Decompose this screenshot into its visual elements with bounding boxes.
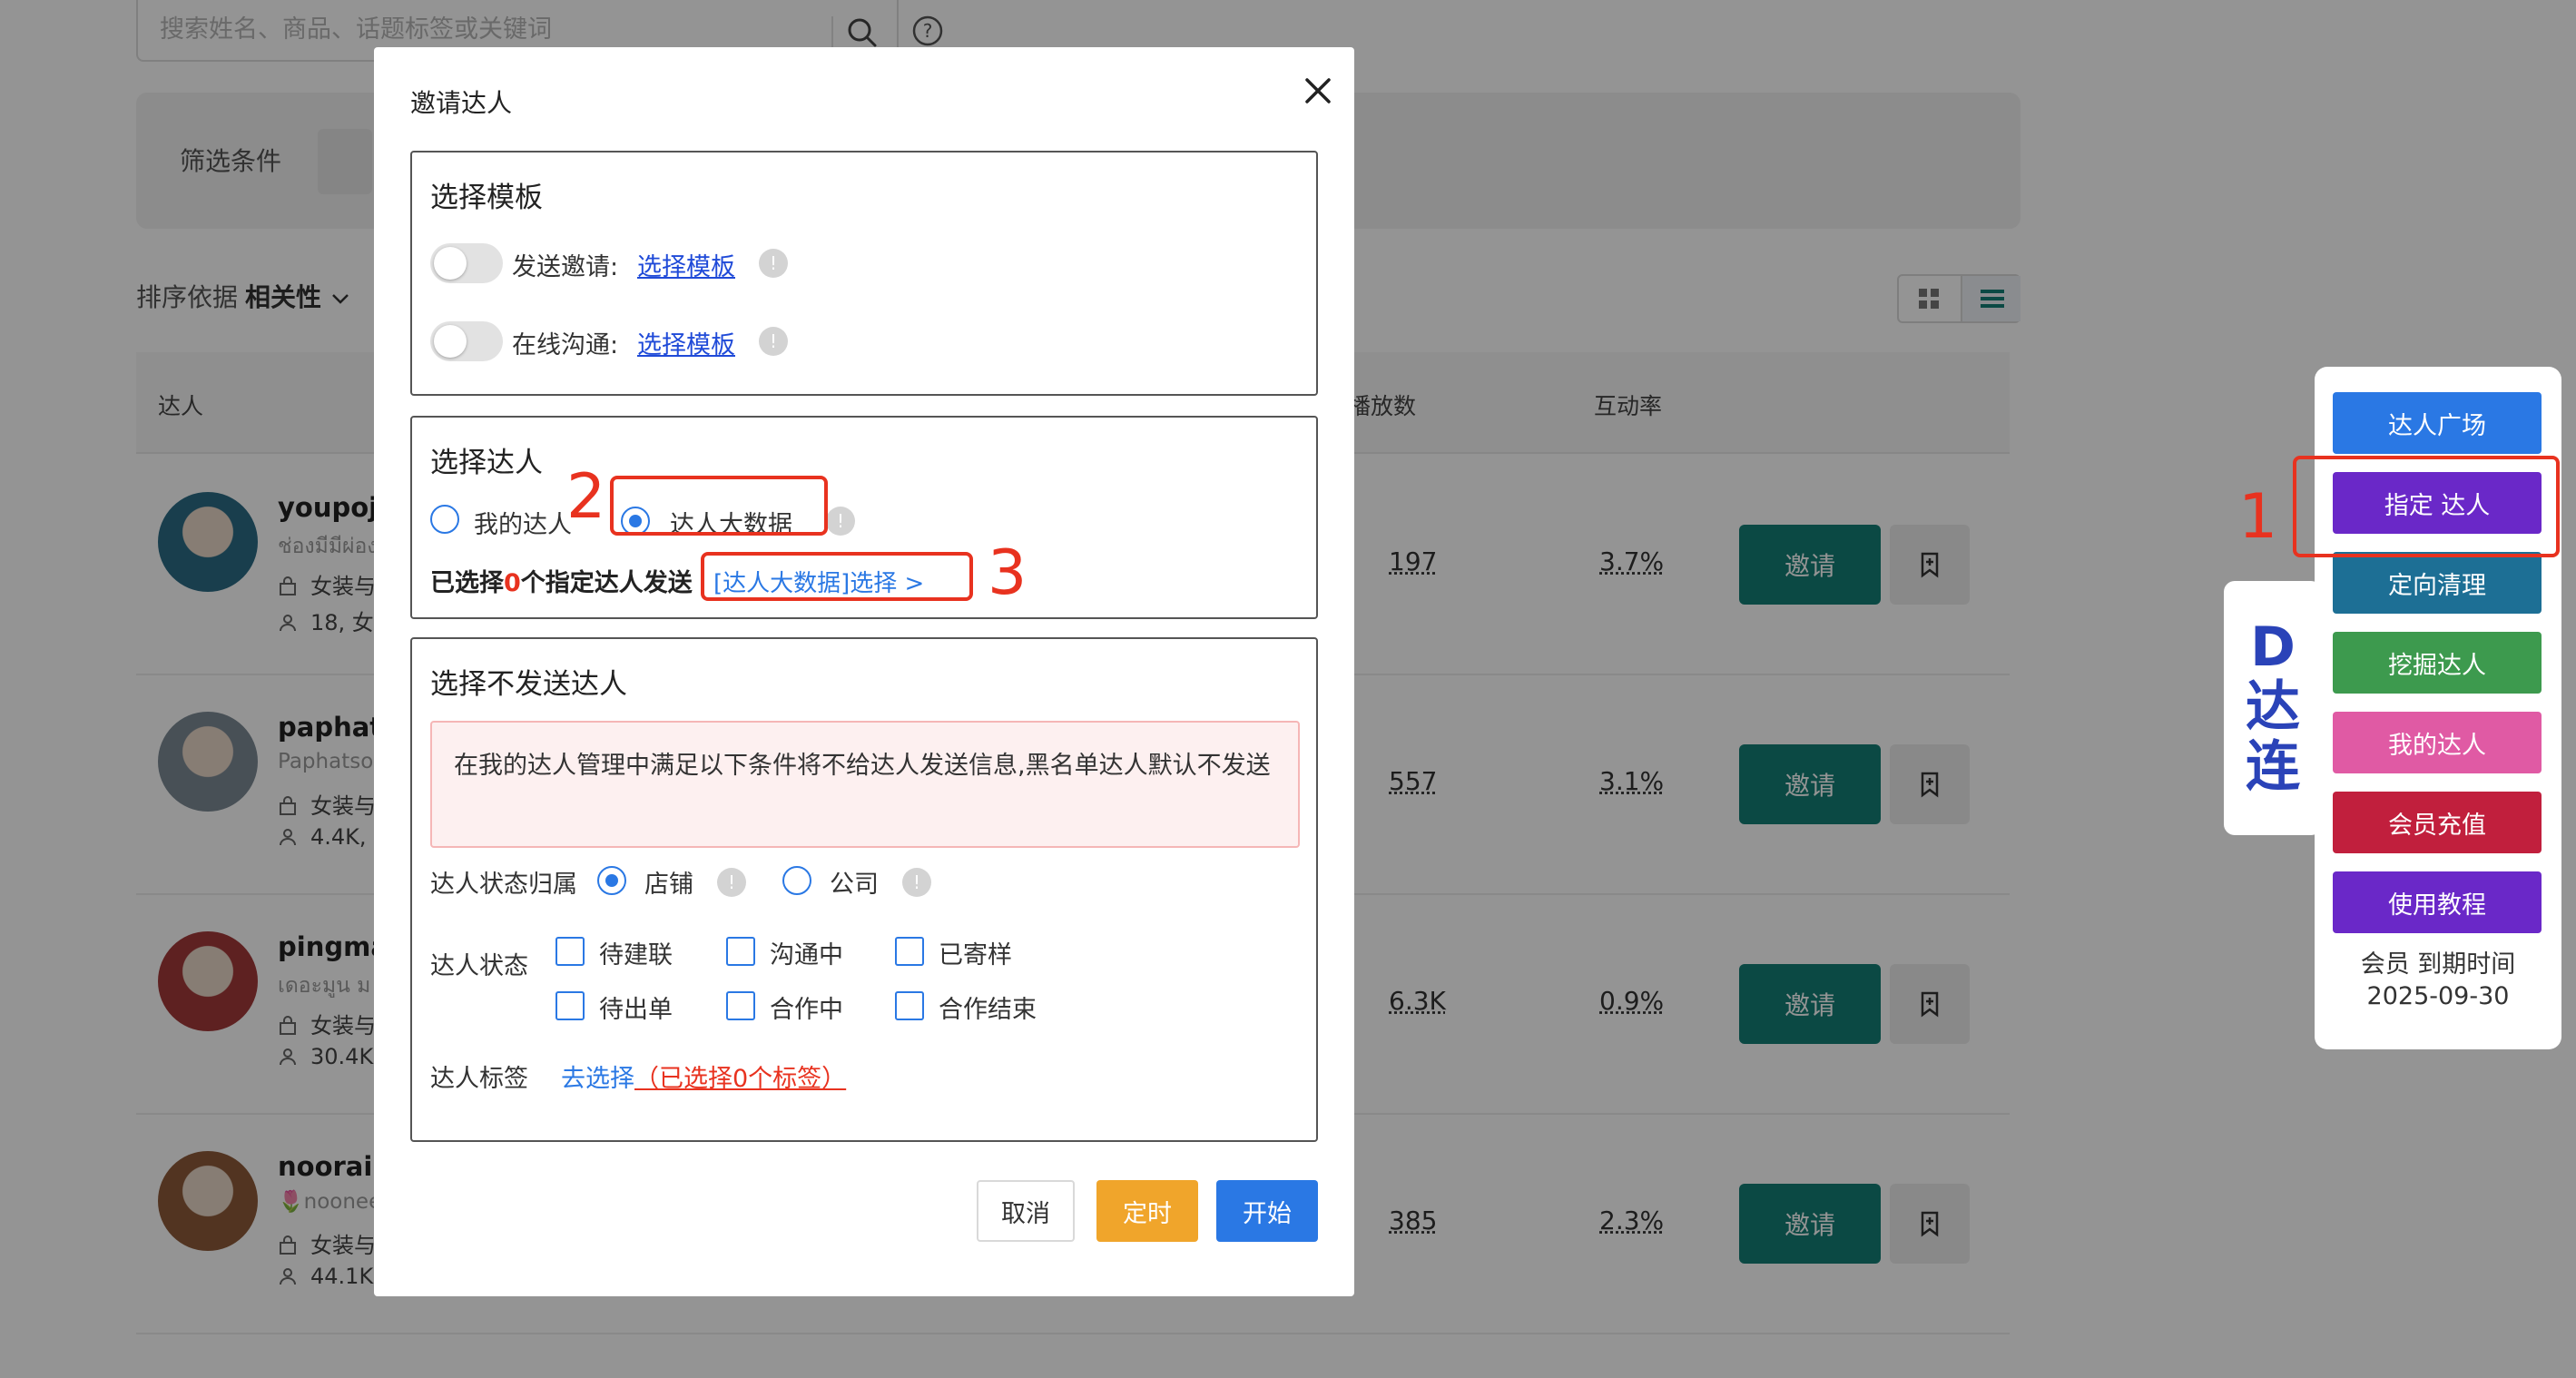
send-invite-label: 发送邀请: xyxy=(512,253,619,281)
info-icon[interactable]: ! xyxy=(902,868,931,897)
status-label: 达人状态 xyxy=(430,952,528,980)
member-expiry-date: 2025-09-30 xyxy=(2366,982,2510,1010)
exclude-notice: 在我的达人管理中满足以下条件将不给达人发送信息,黑名单达人默认不发送 xyxy=(430,721,1300,848)
side-btn-my-creators[interactable]: 我的达人 xyxy=(2333,712,2542,773)
checkbox-status-pending-order[interactable] xyxy=(556,991,585,1020)
info-icon[interactable]: ! xyxy=(826,507,855,536)
send-invite-toggle[interactable] xyxy=(430,243,503,283)
invite-creator-modal: 邀请达人 选择模板 发送邀请: 选择模板 ! 在线沟通: 选择模板 ! 选择达人… xyxy=(374,47,1354,1296)
status-option-label: 合作中 xyxy=(770,996,843,1024)
toggle-knob xyxy=(434,247,467,280)
logo-char-lian: 连 xyxy=(2246,735,2300,799)
modal-title: 邀请达人 xyxy=(410,88,513,118)
tag-label: 达人标签 xyxy=(430,1065,528,1093)
side-btn-discover-creator[interactable]: 挖掘达人 xyxy=(2333,632,2542,694)
annotation-box-2 xyxy=(610,476,828,536)
template-section: 选择模板 发送邀请: 选择模板 ! 在线沟通: 选择模板 ! xyxy=(410,151,1318,396)
selected-count-text: 已选择0个指定达人发送 xyxy=(430,563,693,598)
member-label: 会员 到期时间 xyxy=(2360,950,2516,979)
tag-select[interactable]: 去选择（已选择0个标签） xyxy=(561,1058,846,1094)
side-btn-label: 挖掘达人 xyxy=(2388,651,2486,680)
annotation-number-2: 2 xyxy=(566,461,606,533)
online-chat-toggle[interactable] xyxy=(430,321,503,361)
cancel-button[interactable]: 取消 xyxy=(977,1180,1075,1242)
checkbox-status-ended[interactable] xyxy=(895,991,924,1020)
side-btn-label: 我的达人 xyxy=(2388,731,2486,760)
info-icon[interactable]: ! xyxy=(759,249,788,278)
side-btn-tutorial[interactable]: 使用教程 xyxy=(2333,871,2542,933)
annotation-number-3: 3 xyxy=(988,537,1027,609)
annotation-number-1: 1 xyxy=(2238,481,2278,553)
status-option-label: 已寄样 xyxy=(939,941,1012,970)
radio-ownership-store[interactable] xyxy=(597,866,626,895)
checkbox-status-sample-sent[interactable] xyxy=(895,937,924,966)
checkbox-status-to-contact[interactable] xyxy=(556,937,585,966)
side-btn-label: 使用教程 xyxy=(2388,891,2486,920)
annotation-box-1 xyxy=(2293,456,2560,557)
online-chat-label: 在线沟通: xyxy=(512,331,619,359)
annotation-box-3 xyxy=(701,552,973,601)
radio-my-creators-label: 我的达人 xyxy=(474,511,572,539)
selected-suffix: 个指定达人发送 xyxy=(520,569,693,597)
schedule-button[interactable]: 定时 xyxy=(1096,1180,1198,1242)
status-option-label: 待建联 xyxy=(599,941,673,970)
ownership-label: 达人状态归属 xyxy=(430,871,577,899)
close-icon[interactable] xyxy=(1294,67,1342,114)
checkbox-status-communicating[interactable] xyxy=(726,937,755,966)
plugin-logo: D 达 连 xyxy=(2238,617,2307,797)
status-option-label: 合作结束 xyxy=(939,996,1037,1024)
info-icon[interactable]: ! xyxy=(759,327,788,356)
side-btn-recharge[interactable]: 会员充值 xyxy=(2333,792,2542,853)
exclude-creator-section-title: 选择不发送达人 xyxy=(430,668,627,701)
online-chat-template-link[interactable]: 选择模板 xyxy=(637,325,735,360)
tag-select-link[interactable]: 去选择 xyxy=(561,1065,634,1093)
status-option-label: 沟通中 xyxy=(770,941,843,970)
plugin-logo-card: D 达 连 xyxy=(2224,581,2322,835)
toggle-knob xyxy=(434,325,467,358)
radio-my-creators[interactable] xyxy=(430,505,459,534)
select-creator-section-title: 选择达人 xyxy=(430,447,543,479)
selected-count: 0 xyxy=(504,569,521,597)
logo-char-da: 达 xyxy=(2246,675,2300,739)
send-invite-template-link[interactable]: 选择模板 xyxy=(637,247,735,282)
template-section-title: 选择模板 xyxy=(430,182,543,214)
status-option-label: 待出单 xyxy=(599,996,673,1024)
side-btn-label: 会员充值 xyxy=(2388,811,2486,840)
checkbox-status-cooperating[interactable] xyxy=(726,991,755,1020)
radio-ownership-company[interactable] xyxy=(782,866,811,895)
exclude-creator-section: 选择不发送达人 在我的达人管理中满足以下条件将不给达人发送信息,黑名单达人默认不… xyxy=(410,637,1318,1142)
side-btn-label: 达人广场 xyxy=(2388,411,2486,440)
info-icon[interactable]: ! xyxy=(717,868,746,897)
side-btn-creator-plaza[interactable]: 达人广场 xyxy=(2333,392,2542,454)
selected-prefix: 已选择 xyxy=(430,569,504,597)
side-btn-label: 定向清理 xyxy=(2388,571,2486,600)
side-btn-targeted-cleanup[interactable]: 定向清理 xyxy=(2333,552,2542,614)
radio-ownership-store-label: 店铺 xyxy=(644,871,693,899)
tag-selected-count: （已选择0个标签） xyxy=(634,1065,847,1093)
radio-ownership-company-label: 公司 xyxy=(830,871,879,899)
start-button[interactable]: 开始 xyxy=(1216,1180,1318,1242)
logo-char-d: D xyxy=(2250,615,2296,679)
